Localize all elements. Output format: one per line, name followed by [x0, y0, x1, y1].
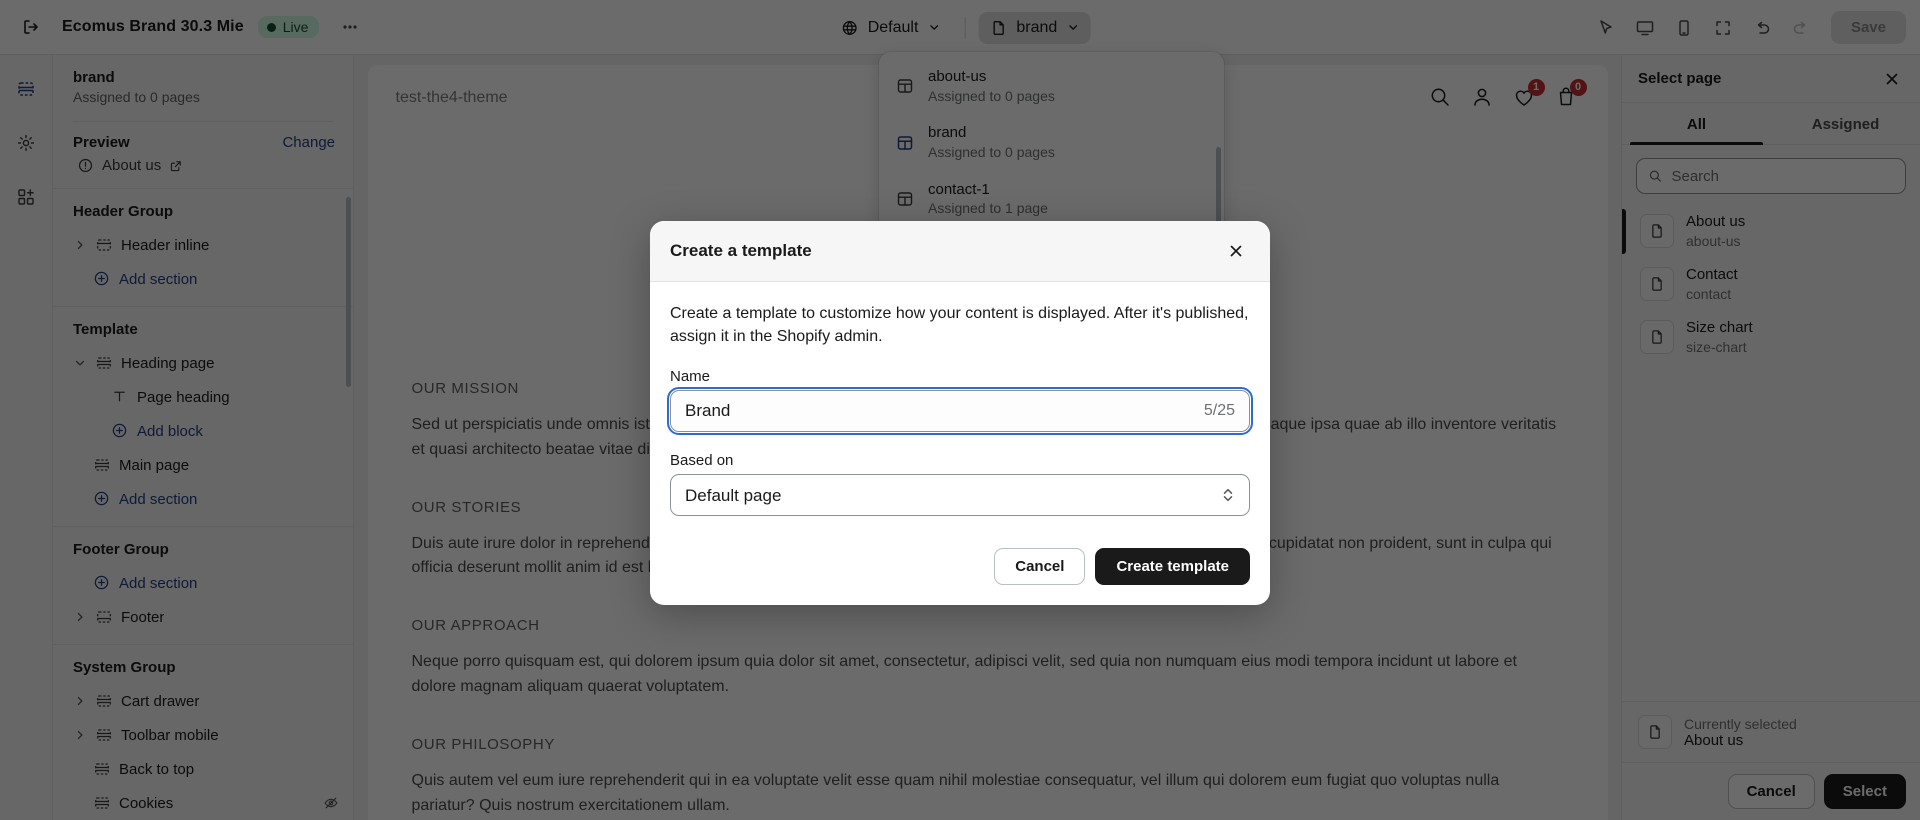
modal-body: Create a template to customize how your … — [650, 282, 1270, 524]
based-on-select[interactable]: Default page — [685, 485, 1221, 505]
template-name-input[interactable] — [685, 401, 1194, 422]
based-on-label: Based on — [670, 452, 734, 470]
close-icon — [1230, 245, 1242, 257]
modal-footer: Cancel Create template — [650, 524, 1270, 605]
modal-header: Create a template — [650, 221, 1270, 282]
modal-description: Create a template to customize how your … — [670, 305, 1249, 346]
name-input-wrapper[interactable]: 5/25 — [667, 387, 1253, 436]
name-field-group: Name 5/25 — [667, 368, 1253, 436]
name-field-label: Name — [670, 368, 711, 386]
name-character-counter: 5/25 — [1203, 402, 1235, 420]
modal-close-button[interactable] — [1222, 237, 1250, 265]
select-chevrons-icon — [1221, 486, 1235, 504]
based-on-field-group: Based on Default page — [670, 452, 1250, 517]
based-on-select-wrapper[interactable]: Default page — [670, 474, 1250, 517]
modal-title: Create a template — [670, 241, 812, 260]
modal-create-template-button[interactable]: Create template — [1095, 548, 1250, 586]
modal-layer: Create a template Create a template to c… — [0, 0, 1920, 820]
create-template-modal: Create a template Create a template to c… — [650, 221, 1270, 606]
modal-cancel-button[interactable]: Cancel — [994, 548, 1086, 586]
